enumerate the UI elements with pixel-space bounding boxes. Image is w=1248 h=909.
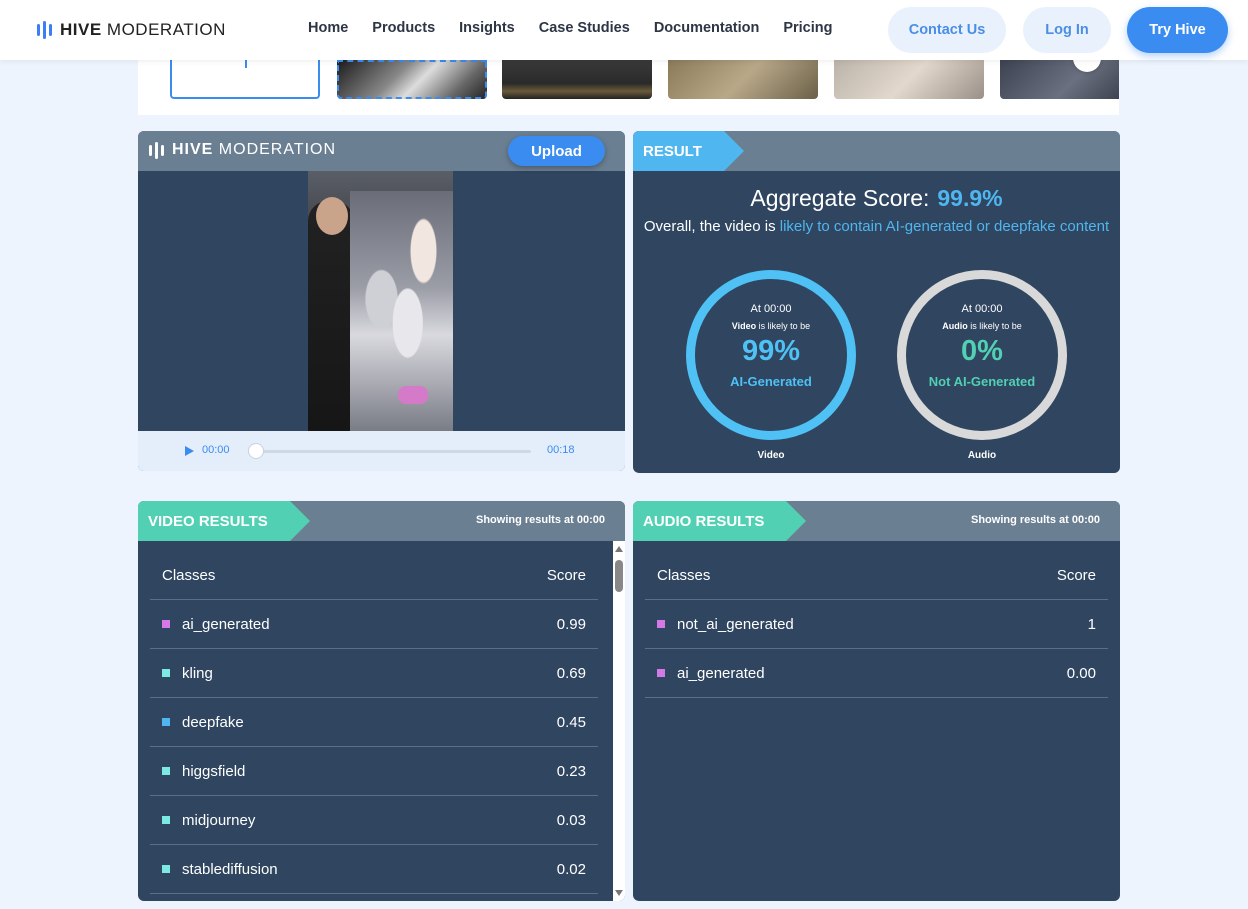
- video-preview[interactable]: [308, 171, 453, 431]
- video-ring-caption: Video: [757, 450, 785, 461]
- video-controls: 00:00 00:18: [138, 431, 625, 471]
- menu-insights[interactable]: Insights: [459, 20, 515, 36]
- top-nav: HIVE MODERATION Home Products Insights C…: [0, 0, 1248, 60]
- video-score-percent: 99%: [741, 335, 801, 367]
- table-row: kling 0.69: [150, 649, 598, 698]
- video-panel-logo: HIVE MODERATION: [149, 141, 336, 159]
- hive-logo[interactable]: HIVE MODERATION: [37, 19, 226, 41]
- audio-score-label: Not AI-Generated: [928, 374, 1036, 389]
- class-score: 0.99: [556, 615, 586, 633]
- class-score: 0.03: [556, 811, 586, 829]
- class-name: ai_generated: [677, 664, 765, 682]
- audio-results-note: Showing results at 00:00: [971, 514, 1100, 526]
- aggregate-description: Overall, the video is likely to contain …: [643, 218, 1110, 235]
- class-score: 0.00: [1066, 664, 1096, 682]
- video-score-ring: At 00:00 Video is likely to be 99% AI-Ge…: [686, 270, 856, 440]
- class-color-swatch: [657, 620, 665, 628]
- audio-results-panel: AUDIO RESULTS Showing results at 00:00 C…: [633, 501, 1120, 901]
- table-row: stablediffusion 0.02: [150, 845, 598, 894]
- class-name: not_ai_generated: [677, 615, 794, 633]
- table-row: ai_generated 0.00: [645, 649, 1108, 698]
- table-row: higgsfield 0.23: [150, 747, 598, 796]
- logo-bars-icon: [37, 21, 52, 39]
- upload-button[interactable]: Upload: [508, 136, 605, 166]
- class-name: kling: [182, 664, 213, 682]
- seek-bar[interactable]: [256, 450, 531, 453]
- menu-documentation[interactable]: Documentation: [654, 20, 760, 36]
- table-header: Classes Score: [645, 551, 1108, 600]
- video-score-label: AI-Generated: [730, 374, 812, 389]
- class-color-swatch: [162, 816, 170, 824]
- scroll-thumb[interactable]: [615, 560, 623, 592]
- upload-thumbnail[interactable]: [170, 60, 320, 99]
- class-color-swatch: [162, 767, 170, 775]
- duration: 00:18: [547, 444, 575, 456]
- class-color-swatch: [162, 865, 170, 873]
- scroll-up-icon[interactable]: [615, 546, 623, 552]
- menu-products[interactable]: Products: [372, 20, 435, 36]
- table-row: ai_generated 0.99: [150, 600, 598, 649]
- table-row: not_ai_generated 1: [645, 600, 1108, 649]
- current-time: 00:00: [202, 444, 230, 456]
- table-header: Classes Score: [150, 551, 598, 600]
- sample-thumbnail[interactable]: [834, 60, 984, 99]
- class-name: ai_generated: [182, 615, 270, 633]
- class-score: 0.23: [556, 762, 586, 780]
- class-color-swatch: [657, 669, 665, 677]
- class-color-swatch: [162, 669, 170, 677]
- menu-home[interactable]: Home: [308, 20, 348, 36]
- contact-us-button[interactable]: Contact Us: [888, 7, 1006, 53]
- sample-thumbnail-selected[interactable]: [337, 60, 487, 99]
- log-in-button[interactable]: Log In: [1023, 7, 1111, 53]
- main-menu: Home Products Insights Case Studies Docu…: [308, 20, 833, 36]
- class-score: 0.69: [556, 664, 586, 682]
- audio-ring-caption: Audio: [967, 450, 997, 461]
- video-results-note: Showing results at 00:00: [476, 514, 605, 526]
- result-panel: RESULT Aggregate Score: 99.9% Overall, th…: [633, 131, 1120, 473]
- scrollbar[interactable]: [613, 541, 625, 901]
- class-color-swatch: [162, 620, 170, 628]
- try-hive-button[interactable]: Try Hive: [1127, 7, 1228, 53]
- class-score: 0.45: [556, 713, 586, 731]
- aggregate-score: Aggregate Score: 99.9%: [750, 185, 1003, 211]
- menu-case-studies[interactable]: Case Studies: [539, 20, 630, 36]
- logo-text: HIVE MODERATION: [60, 20, 226, 39]
- class-score: 1: [1087, 615, 1096, 633]
- video-panel: HIVE MODERATION Upload 00:00 00:18: [138, 131, 625, 471]
- sample-thumbnail[interactable]: [668, 60, 818, 99]
- audio-score-percent: 0%: [961, 335, 1003, 367]
- aggregate-score-value: 99.9%: [937, 185, 1003, 211]
- audio-score-ring: At 00:00 Audio is likely to be 0% Not AI…: [897, 270, 1067, 440]
- class-color-swatch: [162, 718, 170, 726]
- seek-handle[interactable]: [248, 443, 264, 459]
- result-tag: RESULT: [633, 131, 744, 171]
- menu-pricing[interactable]: Pricing: [783, 20, 832, 36]
- play-icon[interactable]: [185, 446, 194, 456]
- scroll-down-icon[interactable]: [615, 890, 623, 896]
- class-name: midjourney: [182, 811, 256, 829]
- class-name: higgsfield: [182, 762, 246, 780]
- sample-thumbnail[interactable]: [502, 60, 652, 99]
- video-results-panel: VIDEO RESULTS Showing results at 00:00 C…: [138, 501, 625, 901]
- class-name: deepfake: [182, 713, 244, 731]
- class-score: 0.02: [556, 860, 586, 878]
- table-row: midjourney 0.03: [150, 796, 598, 845]
- logo-bars-icon: [149, 141, 164, 159]
- audio-results-table: Classes Score not_ai_generated 1 ai_generat…: [645, 551, 1108, 698]
- sample-thumbnails: [138, 60, 1119, 115]
- video-results-tag: VIDEO RESULTS: [138, 501, 310, 541]
- video-results-table: Classes Score ai_generated 0.99 kling 0.69 de…: [150, 551, 598, 894]
- table-row: deepfake 0.45: [150, 698, 598, 747]
- sample-thumbnail[interactable]: [1000, 60, 1119, 99]
- result-panel-header: RESULT: [633, 131, 1120, 171]
- audio-results-tag: AUDIO RESULTS: [633, 501, 807, 541]
- class-name: stablediffusion: [182, 860, 278, 878]
